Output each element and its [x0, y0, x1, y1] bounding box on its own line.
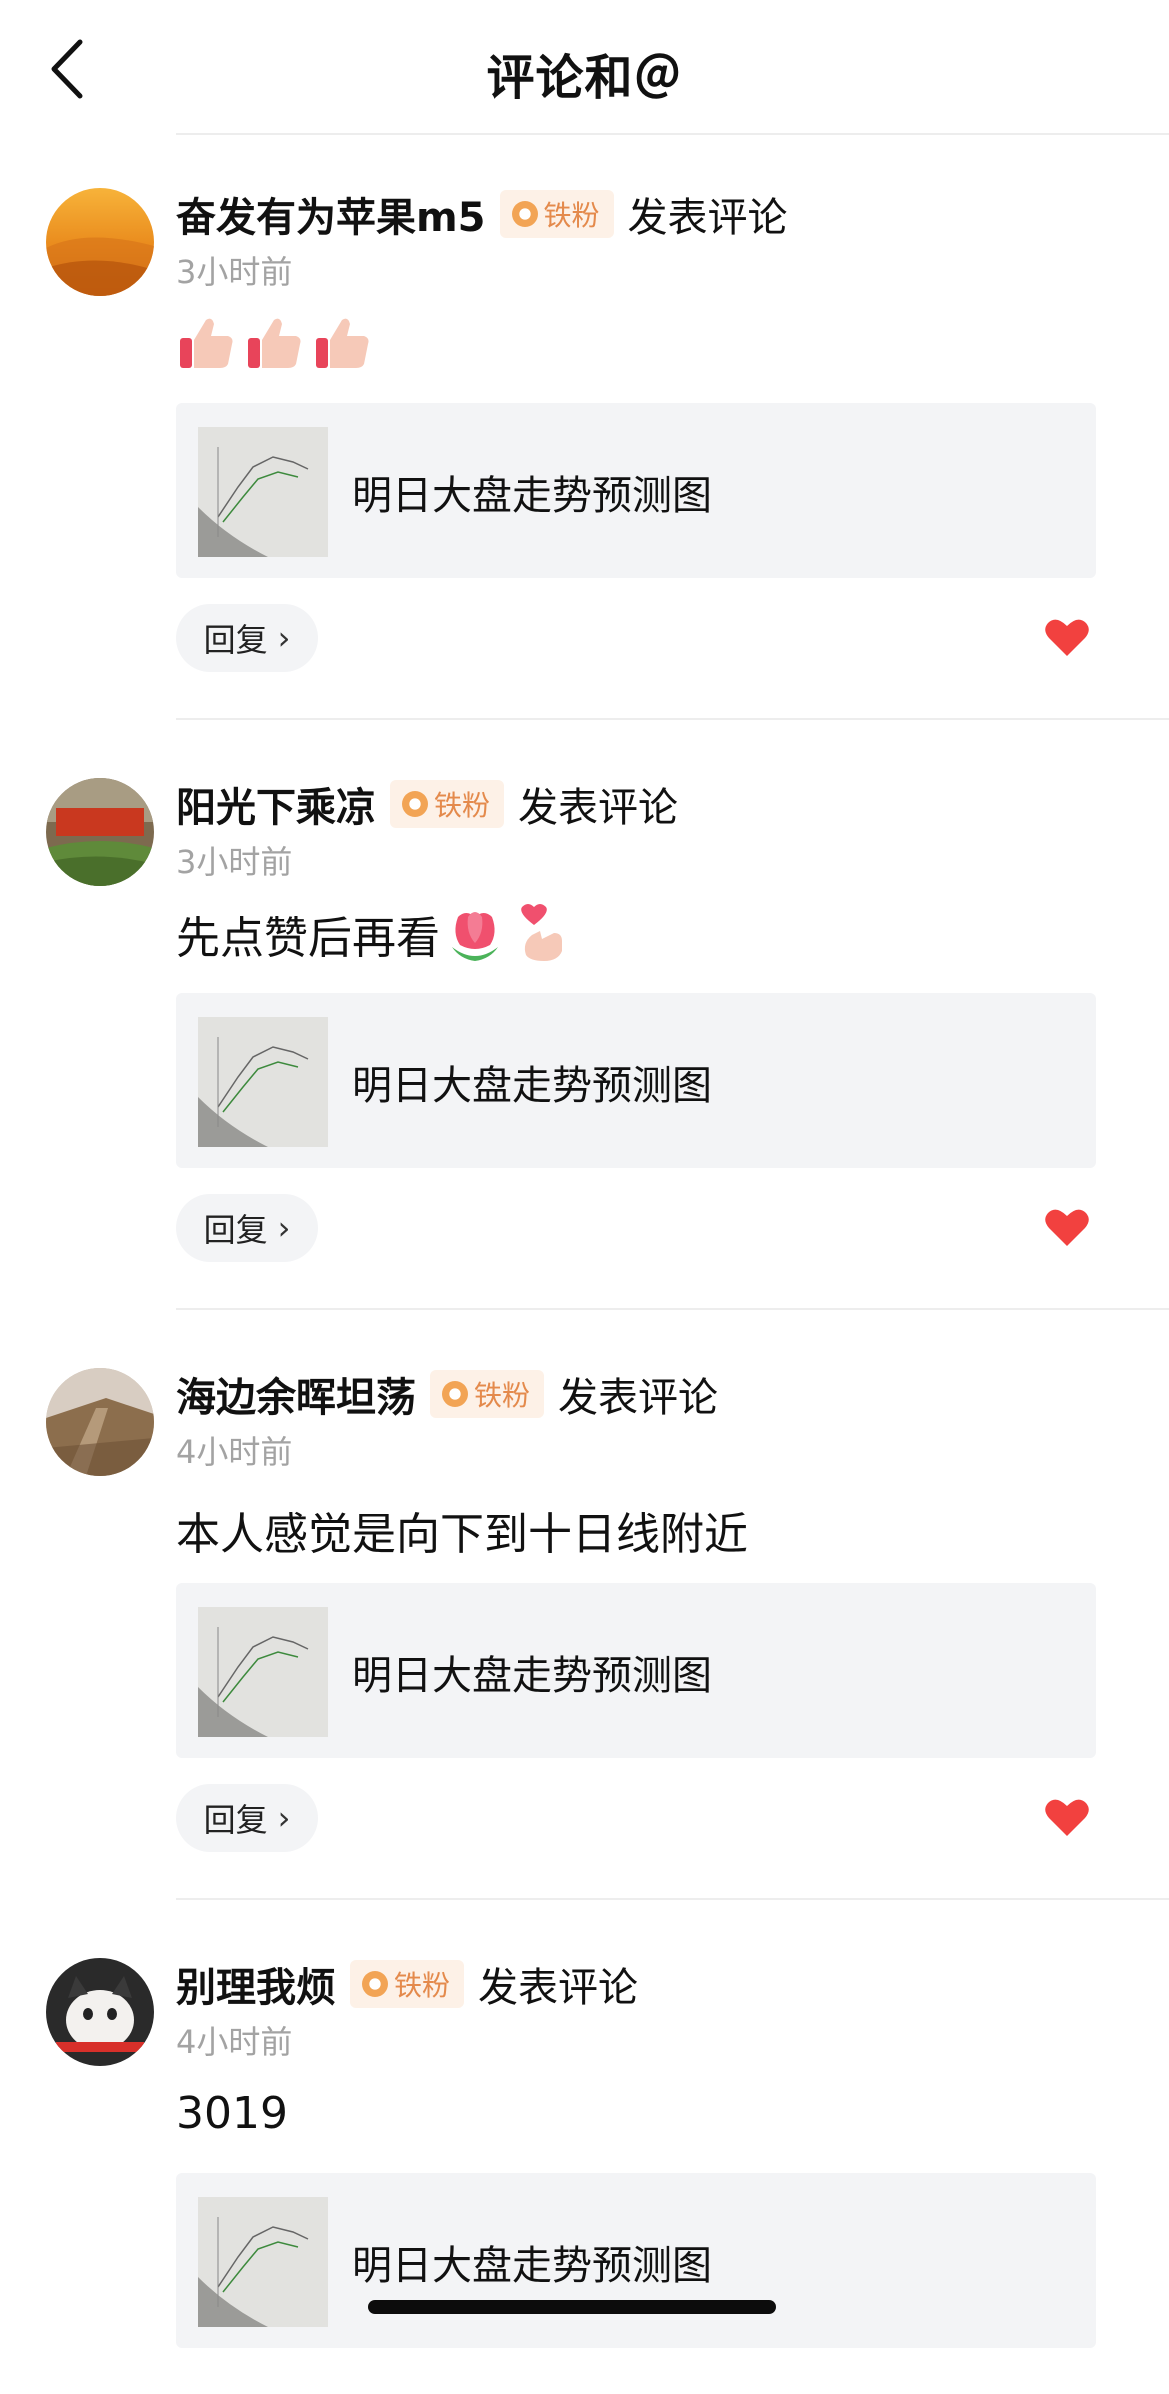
avatar[interactable]	[46, 188, 154, 296]
comment-content	[176, 312, 380, 374]
comment-card: 阳光下乘凉 铁粉 发表评论 3小时前 先点赞后再看 明日大盘走势预测图 回复 ›	[0, 590, 1169, 1310]
post-title: 明日大盘走势预测图	[352, 1063, 712, 1109]
badge-label: 铁粉	[394, 1969, 451, 2002]
username[interactable]: 阳光下乘凉	[176, 775, 376, 833]
post-thumbnail	[198, 1607, 328, 1737]
post-thumbnail	[198, 1017, 328, 1147]
timestamp: 3小时前	[176, 253, 293, 291]
comment-card: 别理我烦 铁粉 发表评论 4小时前 3019 明日大盘走势预测图	[0, 1770, 1169, 2370]
thumbs-up-emoji	[244, 312, 306, 374]
action-text: 发表评论	[518, 785, 679, 831]
post-title: 明日大盘走势预测图	[352, 1653, 712, 1699]
badge-icon	[511, 201, 538, 227]
referenced-post[interactable]: 明日大盘走势预测图	[176, 1583, 1096, 1758]
referenced-post[interactable]: 明日大盘走势预测图	[176, 2173, 1096, 2348]
timestamp: 4小时前	[176, 2023, 293, 2061]
comment-text: 3019	[176, 2088, 288, 2139]
comment-card: 奋发有为苹果m5 铁粉 发表评论 3小时前 明日大盘走势预测图 回复 ›	[0, 0, 1169, 720]
badge-label: 铁粉	[434, 789, 491, 822]
name-row: 别理我烦 铁粉 发表评论	[176, 1956, 638, 2012]
action-text: 发表评论	[558, 1375, 719, 1421]
thumbs-up-emoji	[176, 312, 238, 374]
fan-badge: 铁粉	[390, 780, 505, 828]
badge-icon	[402, 791, 428, 817]
username[interactable]: 海边余晖坦荡	[176, 1365, 416, 1423]
badge-label: 铁粉	[474, 1379, 531, 1412]
finger-heart-emoji	[512, 903, 574, 965]
username[interactable]: 别理我烦	[176, 1955, 336, 2013]
avatar[interactable]	[46, 1958, 154, 2066]
fan-badge: 铁粉	[350, 1960, 465, 2008]
badge-label: 铁粉	[543, 199, 600, 232]
comment-content: 先点赞后再看	[176, 902, 580, 966]
comment-text: 先点赞后再看	[176, 913, 440, 964]
comment-content: 本人感觉是向下到十日线附近	[176, 1498, 748, 1562]
referenced-post[interactable]: 明日大盘走势预测图	[176, 993, 1096, 1168]
post-thumbnail	[198, 2197, 328, 2327]
comment-content: 3019	[176, 2088, 288, 2139]
name-row: 海边余晖坦荡 铁粉 发表评论	[176, 1366, 718, 1422]
home-indicator	[368, 2300, 776, 2314]
name-row: 奋发有为苹果m5 铁粉 发表评论	[176, 186, 788, 242]
avatar[interactable]	[46, 1368, 154, 1476]
tulip-emoji	[444, 903, 506, 965]
badge-icon	[362, 1971, 388, 1997]
comment-card: 海边余晖坦荡 铁粉 发表评论 4小时前 本人感觉是向下到十日线附近 明日大盘走势…	[0, 1180, 1169, 1900]
action-text: 发表评论	[627, 195, 788, 241]
action-text: 发表评论	[478, 1965, 639, 2011]
fan-badge: 铁粉	[430, 1370, 545, 1418]
fan-badge: 铁粉	[499, 190, 614, 238]
badge-icon	[442, 1381, 468, 1407]
timestamp: 3小时前	[176, 843, 293, 881]
name-row: 阳光下乘凉 铁粉 发表评论	[176, 776, 678, 832]
post-title: 明日大盘走势预测图	[352, 473, 712, 519]
post-title: 明日大盘走势预测图	[352, 2243, 712, 2289]
referenced-post[interactable]: 明日大盘走势预测图	[176, 403, 1096, 578]
avatar[interactable]	[46, 778, 154, 886]
username[interactable]: 奋发有为苹果m5	[176, 185, 486, 243]
timestamp: 4小时前	[176, 1433, 293, 1471]
post-thumbnail	[198, 427, 328, 557]
comment-text: 本人感觉是向下到十日线附近	[176, 1509, 748, 1560]
thumbs-up-emoji	[312, 312, 374, 374]
